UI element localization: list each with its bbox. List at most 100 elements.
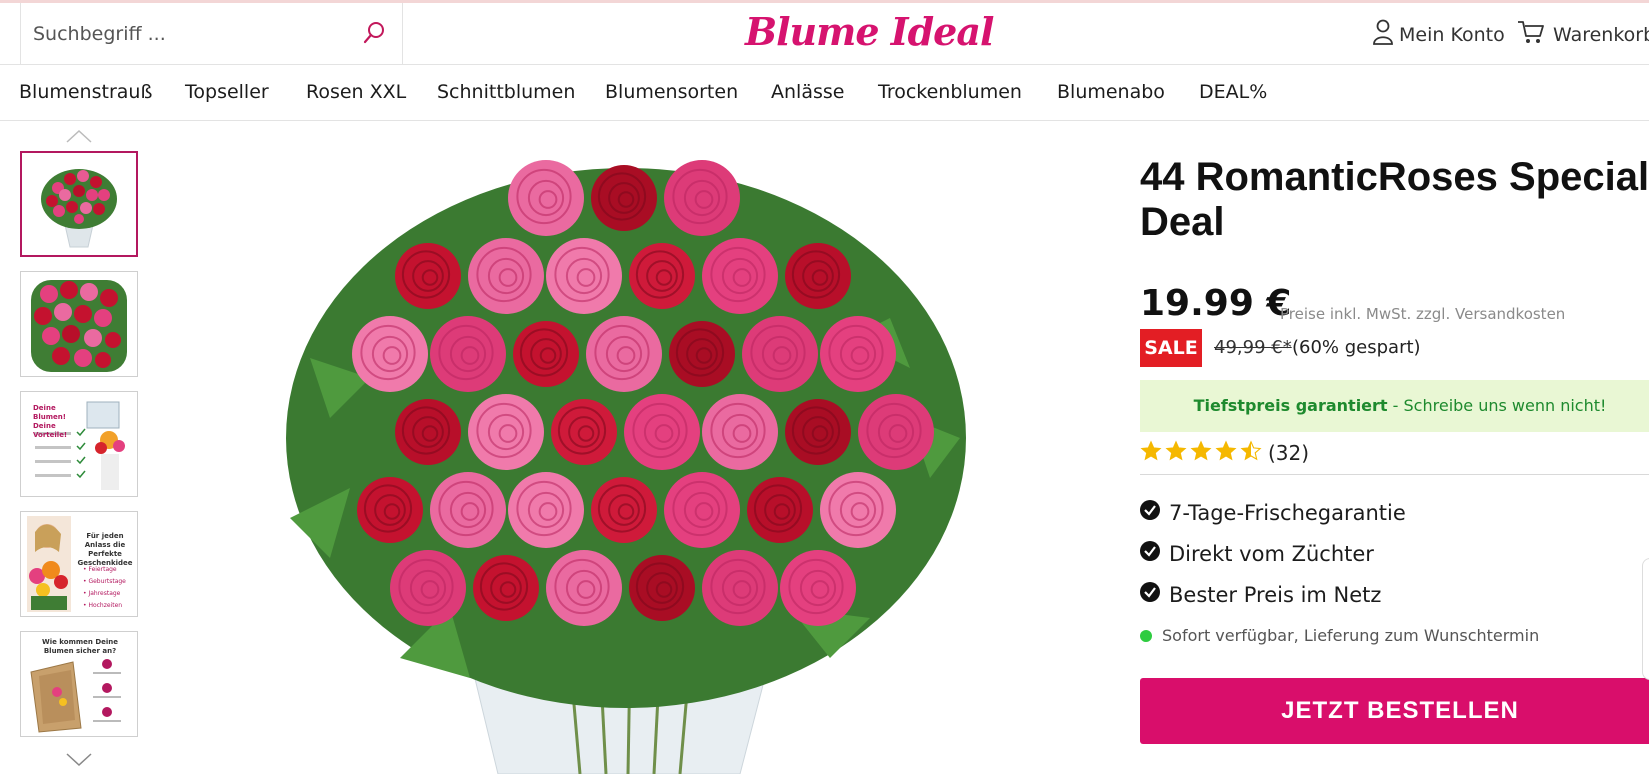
user-icon	[1372, 19, 1394, 50]
rose-bloom	[858, 394, 934, 470]
rose-bloom	[629, 243, 695, 309]
order-now-button[interactable]: JETZT BESTELLEN	[1140, 678, 1649, 744]
occasion-item: • Jahrestage	[83, 590, 121, 597]
thumbnail-occasions[interactable]: Für jeden Anlass die Perfekte Geschenkid…	[20, 511, 138, 617]
nav-item-blumenstrauss[interactable]: Blumenstrauß	[19, 81, 152, 103]
savings-text: (60% gespart)	[1292, 337, 1421, 358]
product-main-image[interactable]	[270, 138, 982, 775]
nav-item-topseller[interactable]: Topseller	[185, 81, 269, 103]
site-header: Blume Ideal Mein Konto Warenkorb	[0, 3, 1649, 65]
occasion-item: • Hochzeiten	[83, 602, 123, 609]
account-link[interactable]: Mein Konto	[1372, 19, 1505, 50]
side-feedback-tab[interactable]	[1642, 558, 1649, 680]
check-circle-icon	[1140, 582, 1160, 607]
rating-stars[interactable]: (32)	[1140, 440, 1309, 466]
chevron-down-icon[interactable]	[66, 752, 92, 767]
product-title: 44 RomanticRoses Special Deal	[1140, 155, 1649, 244]
star-icon	[1240, 440, 1262, 466]
rose-bloom	[664, 160, 740, 236]
rose-bloom	[395, 243, 461, 309]
rose-bloom	[395, 399, 461, 465]
cart-label: Warenkorb	[1553, 23, 1649, 46]
rose-bloom	[551, 399, 617, 465]
thumbnail-benefits[interactable]: Deine Blumen! Deine Vorteile!	[20, 391, 138, 497]
rose-bloom	[747, 477, 813, 543]
sale-badge: SALE	[1140, 329, 1202, 367]
rose-bloom	[820, 316, 896, 392]
rose-bloom	[357, 477, 423, 543]
nav-item-anlaesse[interactable]: Anlässe	[771, 81, 844, 103]
usp-label: Direkt vom Züchter	[1169, 541, 1374, 566]
rose-bloom	[702, 394, 778, 470]
availability-text: Sofort verfügbar, Lieferung zum Wunschte…	[1162, 626, 1540, 645]
rose-bloom	[430, 316, 506, 392]
rose-bloom	[624, 394, 700, 470]
rose-bloom	[508, 472, 584, 548]
guarantee-title: Tiefstpreis garantiert	[1193, 396, 1388, 415]
guarantee-text: - Schreibe uns wenn nicht!	[1387, 396, 1607, 415]
rose-bloom	[785, 243, 851, 309]
availability-dot-icon	[1140, 629, 1152, 642]
rose-bloom	[513, 321, 579, 387]
check-circle-icon	[1140, 500, 1160, 525]
price-note: Preise inkl. MwSt. zzgl. Versandkosten	[1280, 305, 1566, 323]
main-navigation: Blumenstrauß Topseller Rosen XXL Schnitt…	[0, 65, 1649, 121]
rose-bloom	[591, 165, 657, 231]
rose-bloom	[390, 550, 466, 626]
rose-bloom	[508, 160, 584, 236]
old-price: 49,99 €*	[1214, 337, 1292, 358]
thumbnail-bouquet-closeup[interactable]	[20, 271, 138, 377]
thumbnail-bouquet-vase[interactable]	[20, 151, 138, 257]
usp-item: Bester Preis im Netz	[1140, 582, 1381, 607]
search-icon[interactable]	[360, 19, 388, 47]
product-price: 19.99 €	[1140, 283, 1292, 324]
rose-bloom	[785, 399, 851, 465]
occasion-item: • Geburtstage	[83, 578, 126, 585]
rose-bloom	[546, 238, 622, 314]
lowest-price-guarantee-banner: Tiefstpreis garantiert - Schreibe uns we…	[1140, 380, 1649, 432]
rose-bloom	[669, 321, 735, 387]
nav-item-rosen-xxl[interactable]: Rosen XXL	[306, 81, 406, 103]
usp-label: Bester Preis im Netz	[1169, 582, 1382, 607]
account-label: Mein Konto	[1399, 23, 1505, 46]
rating-count[interactable]: (32)	[1268, 441, 1309, 465]
check-circle-icon	[1140, 541, 1160, 566]
rose-bloom	[664, 472, 740, 548]
rose-bloom	[820, 472, 896, 548]
nav-item-schnittblumen[interactable]: Schnittblumen	[437, 81, 575, 103]
star-icon	[1140, 440, 1162, 466]
thumbnail-occasions-title: Für jeden Anlass die Perfekte Geschenkid…	[77, 532, 133, 567]
nav-item-deal[interactable]: DEAL%	[1199, 81, 1267, 103]
nav-item-blumenabo[interactable]: Blumenabo	[1057, 81, 1165, 103]
cart-link[interactable]: Warenkorb	[1517, 19, 1649, 50]
availability-status: Sofort verfügbar, Lieferung zum Wunschte…	[1140, 626, 1539, 645]
divider	[1140, 474, 1649, 475]
rose-bloom	[780, 550, 856, 626]
chevron-up-icon[interactable]	[66, 128, 92, 143]
search-input[interactable]	[31, 17, 355, 51]
rose-bloom	[352, 316, 428, 392]
star-icon	[1215, 440, 1237, 466]
rose-bloom	[742, 316, 818, 392]
usp-label: 7-Tage-Frischegarantie	[1169, 500, 1406, 525]
thumbnail-delivery[interactable]: Wie kommen Deine Blumen sicher an?	[20, 631, 138, 737]
star-icon	[1190, 440, 1212, 466]
cart-icon	[1517, 19, 1545, 50]
star-icon	[1165, 440, 1187, 466]
occasion-item: • Feiertage	[83, 566, 117, 573]
site-logo[interactable]: Blume Ideal	[745, 9, 994, 54]
search-box	[20, 3, 403, 64]
rose-bloom	[586, 316, 662, 392]
rose-bloom	[629, 555, 695, 621]
rose-bloom	[702, 550, 778, 626]
nav-item-trockenblumen[interactable]: Trockenblumen	[878, 81, 1022, 103]
rose-bloom	[702, 238, 778, 314]
usp-item: Direkt vom Züchter	[1140, 541, 1374, 566]
rose-bloom	[473, 555, 539, 621]
rose-bloom	[546, 550, 622, 626]
rose-bloom	[468, 394, 544, 470]
rose-bloom	[591, 477, 657, 543]
nav-item-blumensorten[interactable]: Blumensorten	[605, 81, 738, 103]
thumbnail-benefits-title: Deine Blumen! Deine Vorteile!	[33, 404, 68, 439]
thumbnail-delivery-title: Wie kommen Deine Blumen sicher an?	[41, 638, 119, 655]
